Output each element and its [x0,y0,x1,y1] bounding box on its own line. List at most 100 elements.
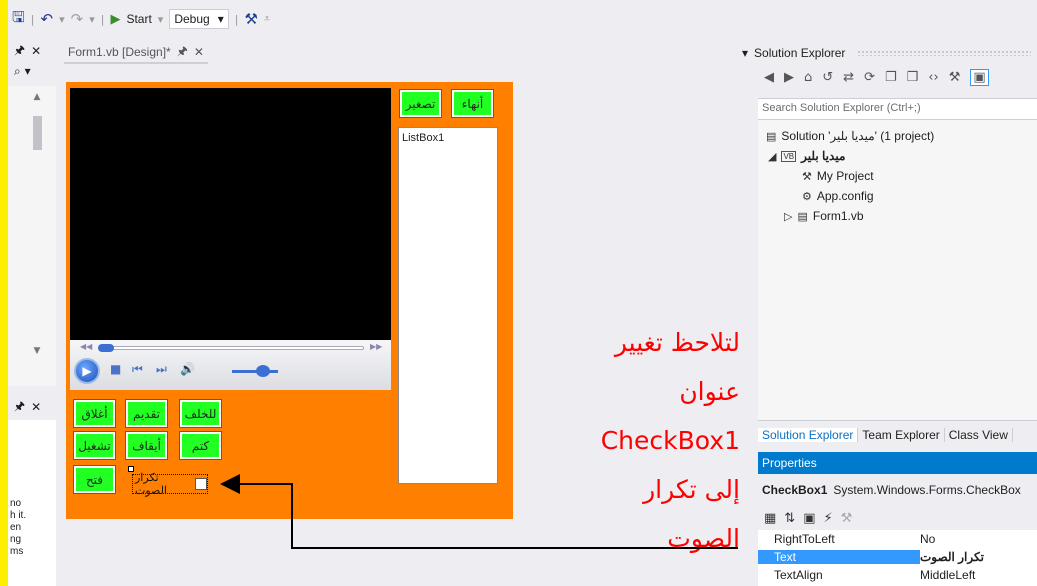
backward-button[interactable]: للخلف [179,399,222,428]
chevron-down-icon: ▾ [217,12,224,26]
media-player-controls: ◀◀ ▶▶ ▶ ■ ⏮ ⏭ 🔊 [70,340,391,390]
forward-icon[interactable]: ▶ [784,70,794,85]
undo-icon[interactable]: ↶ [41,10,54,28]
play-button[interactable]: تشغيل [73,431,116,460]
checkbox1[interactable]: تكرار الصوت [132,472,208,497]
document-tab[interactable]: Form1.vb [Design]* 🖈 ✕ [64,42,208,64]
media-player-video[interactable] [70,88,391,340]
start-play-icon[interactable]: ▶ [110,12,120,27]
view-code-icon[interactable]: ‹› [928,70,938,85]
tree-item-label: Form1.vb [812,209,864,223]
volume-icon[interactable]: 🔊 [180,362,195,376]
mute-button[interactable]: كتم [179,431,222,460]
property-pages-icon[interactable]: ⚒ [841,511,853,526]
events-icon[interactable]: ⚡ [824,511,833,526]
tree-item-project[interactable]: ◢ VB ميديا بلير [758,146,1037,166]
redo-icon[interactable]: ↷ [71,10,84,28]
close-icon[interactable]: ✕ [31,400,41,414]
toolbar-separator: | [30,12,35,26]
start-button[interactable]: Start [126,12,151,26]
tree-item-app-config[interactable]: ⚙ App.config [758,186,1037,206]
tab-team-explorer[interactable]: Team Explorer [858,427,945,442]
property-row[interactable]: Text تكرار الصوت [758,548,1037,566]
highlight-strip [0,0,8,586]
property-value[interactable]: تكرار الصوت [920,550,1037,564]
start-dropdown-icon[interactable]: ▾ [158,13,164,26]
scroll-up-icon[interactable]: ▲ [30,92,44,104]
fast-forward-icon[interactable]: ▶▶ [370,342,382,351]
stop-button[interactable]: أيقاف [125,431,168,460]
toolbar-separator: | [100,12,105,26]
exit-button[interactable]: أنهاء [451,89,494,118]
property-name: Text [758,550,920,564]
help-line: no [10,498,22,509]
pin-icon[interactable]: 🖈 [14,41,25,62]
property-row[interactable]: TextAlign MiddleLeft [758,566,1037,584]
property-row[interactable]: RightToLeft No [758,530,1037,548]
save-all-icon[interactable]: 🖫 [12,7,25,32]
toolbox-scrollbar[interactable]: ▲ ▼ [30,92,44,364]
solution-explorer-title: Solution Explorer [754,46,846,60]
history-icon[interactable]: ↺ [822,70,833,85]
close-icon[interactable]: ✕ [31,44,41,58]
solution-search-input[interactable]: Search Solution Explorer (Ctrl+;) [758,98,1037,120]
toolbar-overflow-icon[interactable]: ⩡ [264,12,270,26]
chevron-down-icon[interactable]: ▾ [742,46,748,60]
home-icon[interactable]: ⌂ [804,70,812,85]
show-all-files-icon[interactable]: ❒ [907,70,919,85]
seek-bar[interactable] [100,346,364,350]
collapse-all-icon[interactable]: ❐ [885,70,897,85]
close-icon[interactable]: ✕ [194,45,204,59]
find-icon[interactable]: ⚒ [244,10,257,28]
categorized-icon[interactable]: ▦ [764,511,776,526]
form1-window[interactable]: ◀◀ ▶▶ ▶ ■ ⏮ ⏭ 🔊 أنهاء تصغير ListBox1 أغل… [66,82,513,519]
view-designer-icon[interactable]: ▣ [970,68,989,86]
tree-item-my-project[interactable]: ⚒ My Project [758,166,1037,186]
forward-button[interactable]: تقديم [125,399,168,428]
property-value[interactable]: MiddleLeft [920,568,1037,582]
search-icon: ⌕ [14,64,21,78]
expanded-arrow-icon[interactable]: ◢ [768,150,776,163]
properties-wrench-icon[interactable]: ⚒ [949,70,961,85]
volume-thumb[interactable] [256,365,270,377]
scroll-down-icon[interactable]: ▼ [30,346,44,358]
properties-icon[interactable]: ▣ [803,511,815,526]
pin-icon[interactable]: 🖈 [177,42,188,63]
close-media-button[interactable]: أغلاق [73,399,116,428]
tab-class-view[interactable]: Class View [945,427,1013,442]
tab-solution-explorer[interactable]: Solution Explorer [758,427,859,442]
undo-dropdown-icon[interactable]: ▾ [59,13,65,26]
object-type: System.Windows.Forms.CheckBox [833,483,1021,497]
toolbox-header: 🖈 ✕ [8,40,56,62]
open-button[interactable]: فتح [73,465,116,494]
tree-item-form1[interactable]: ▷ ▤ Form1.vb [758,206,1037,226]
properties-object-selector[interactable]: CheckBox1 System.Windows.Forms.CheckBox [758,476,1037,504]
listbox1[interactable]: ListBox1 [398,127,498,484]
collapsed-arrow-icon[interactable]: ▷ [784,210,792,223]
previous-icon[interactable]: ⏮ [132,362,143,377]
scroll-thumb[interactable] [33,116,42,150]
minimize-button[interactable]: تصغير [399,89,442,118]
alphabetical-icon[interactable]: ⇅ [784,511,795,526]
toolbar-separator: | [234,12,239,26]
pin-icon[interactable]: 🖈 [14,397,25,418]
tree-item-solution[interactable]: ▤ Solution 'ميديا بلير' (1 project) [758,126,1037,146]
wrench-icon: ⚒ [802,170,812,183]
checkbox-box[interactable] [195,478,207,490]
selection-handle[interactable] [128,466,134,472]
redo-dropdown-icon[interactable]: ▾ [89,13,95,26]
next-icon[interactable]: ⏭ [156,362,167,377]
volume-slider[interactable] [232,370,278,373]
property-name: TextAlign [774,568,823,582]
property-value[interactable]: No [920,532,1037,546]
refresh-icon[interactable]: ⟳ [864,70,875,85]
seek-thumb[interactable] [98,344,114,352]
back-icon[interactable]: ◀ [764,70,774,85]
stop-icon[interactable]: ■ [110,362,121,376]
solution-configuration-select[interactable]: Debug ▾ [169,9,229,29]
rewind-icon[interactable]: ◀◀ [80,342,92,351]
object-name: CheckBox1 [762,483,828,497]
toolbox-search[interactable]: ⌕ ▾ [14,64,48,84]
play-icon[interactable]: ▶ [74,358,100,384]
sync-icon[interactable]: ⇄ [843,70,854,85]
